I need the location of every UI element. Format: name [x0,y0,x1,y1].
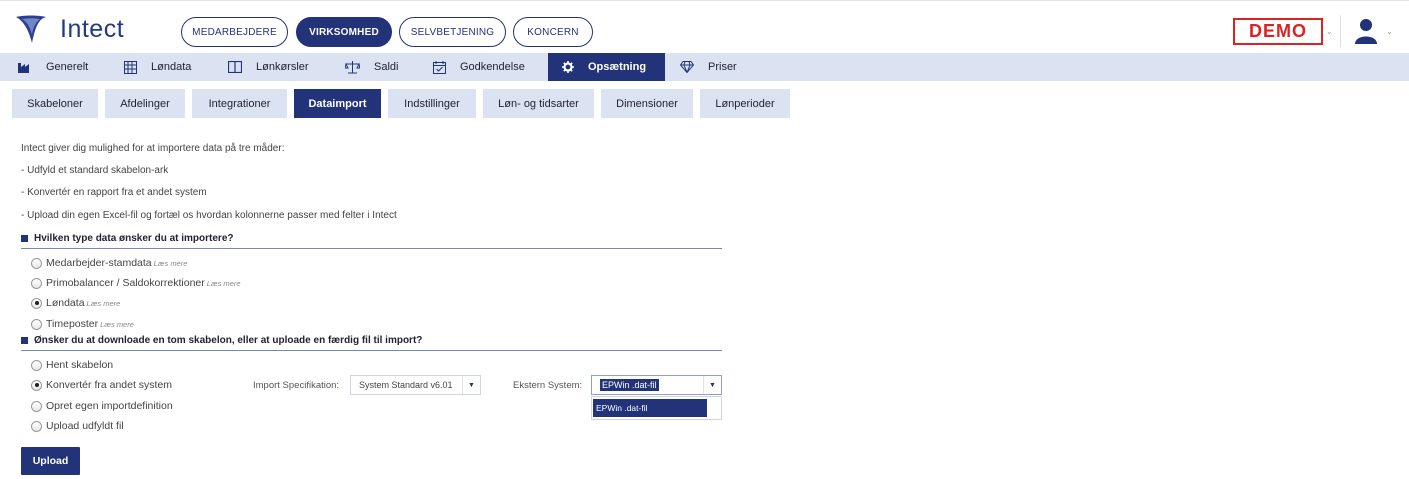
nav-label: Saldi [374,61,399,73]
factory-icon [18,63,29,73]
divider [1340,15,1341,47]
radio-opret-importdefinition[interactable]: Opret egen importdefinition [31,399,173,413]
tab-medarbejdere[interactable]: MEDARBEJDERE [181,17,288,47]
calendar-check-icon [433,60,446,74]
subtab-dataimport[interactable]: Dataimport [294,89,381,118]
top-bar: Intect MEDARBEJDERE VIRKSOMHED SELVBETJE… [0,0,1409,53]
import-spec-select[interactable]: System Standard v6.01 ▼ [350,375,481,395]
radio-label: Primobalancer / Saldokorrektioner [46,277,205,289]
subtab-integrationer[interactable]: Integrationer [192,89,287,118]
user-avatar-icon[interactable] [1353,17,1379,45]
upload-button[interactable]: Upload [21,447,80,475]
nav-label: Generelt [46,61,89,73]
radio-konverter[interactable]: Konvertér fra andet system [31,378,172,392]
radio-hent-skabelon[interactable]: Hent skabelon [31,358,113,372]
nav-godkendelse[interactable]: Godkendelse [433,53,525,81]
tab-virksomhed[interactable]: VIRKSOMHED [296,17,392,47]
import-spec-label: Import Specifikation: [253,380,340,391]
external-system-dropdown: EPWin .dat-fil [591,396,722,420]
read-more-link[interactable]: Læs mere [207,279,241,288]
radio-button[interactable] [31,420,42,432]
square-bullet-icon [21,235,28,242]
section-header-data-type: Hvilken type data ønsker du at importere… [21,233,722,249]
select-value: EPWin .dat-fil [600,379,659,391]
radio-label: Medarbejder-stamdata [46,257,152,269]
nav-label: Opsætning [588,61,647,73]
dropdown-option[interactable]: EPWin .dat-fil [593,399,707,417]
external-system-select[interactable]: EPWin .dat-fil ▼ [591,375,722,395]
intro-text: - Upload din egen Excel-fil og fortæl os… [21,210,397,221]
nav-priser[interactable]: Priser [680,53,737,81]
nav-opsaetning[interactable]: Opsætning [548,53,665,81]
radio-button[interactable] [31,379,42,391]
section-title: Ønsker du at downloade en tom skabelon, … [34,335,423,346]
read-more-link[interactable]: Læs mere [87,299,121,308]
gear-icon [562,61,574,73]
chevron-down-icon[interactable]: ▼ [462,376,480,394]
demo-badge[interactable]: DEMO [1233,18,1323,45]
radio-button[interactable] [31,318,42,330]
nav-label: Lønkørsler [256,61,309,73]
read-more-link[interactable]: Læs mere [100,320,134,329]
radio-button[interactable] [31,297,42,309]
book-icon [228,61,242,73]
nav-label: Priser [708,61,737,73]
radio-button[interactable] [31,359,42,371]
nav-loendata[interactable]: Løndata [124,53,191,81]
select-value: System Standard v6.01 [359,380,453,390]
intect-logo-icon [16,15,46,43]
intro-text: Intect giver dig mulighed for at importe… [21,143,285,154]
tab-koncern[interactable]: KONCERN [513,17,593,47]
radio-medarbejder-stamdata[interactable]: Medarbejder-stamdata Læs mere [31,256,187,270]
radio-loendata[interactable]: Løndata Læs mere [31,296,120,310]
radio-label: Upload udfyldt fil [46,420,124,432]
radio-upload-udfyldt[interactable]: Upload udfyldt fil [31,419,124,433]
radio-button[interactable] [31,400,42,412]
diamond-icon [680,61,694,73]
radio-label: Opret egen importdefinition [46,400,173,412]
subtab-afdelinger[interactable]: Afdelinger [105,89,185,118]
square-bullet-icon [21,337,28,344]
radio-button[interactable] [31,257,42,269]
intro-text: - Udfyld et standard skabelon-ark [21,165,169,176]
nav-loenkoersler[interactable]: Lønkørsler [228,53,309,81]
nav-generelt[interactable]: Generelt [18,53,88,81]
nav-label: Godkendelse [460,61,525,73]
intro-text: - Konvertér en rapport fra et andet syst… [21,187,207,198]
subtab-loen-og-tidsarter[interactable]: Løn- og tidsarter [483,89,594,118]
logo[interactable]: Intect [14,14,124,44]
radio-label: Løndata [46,297,85,309]
radio-label: Hent skabelon [46,359,114,371]
chevron-down-icon[interactable]: ▼ [703,376,721,394]
table-icon [124,60,137,74]
nav-saldi[interactable]: Saldi [345,53,398,81]
radio-label: Konvertér fra andet system [46,379,173,391]
external-system-label: Ekstern System: [513,380,583,391]
radio-timeposter[interactable]: Timeposter Læs mere [31,317,134,331]
subtab-indstillinger[interactable]: Indstillinger [388,89,476,118]
tab-selvbetjening[interactable]: SELVBETJENING [399,17,506,47]
radio-button[interactable] [31,277,42,289]
main-nav: Generelt Løndata Lønkørsler Saldi Godken… [0,53,1409,81]
section-title: Hvilken type data ønsker du at importere… [34,233,234,244]
nav-label: Løndata [151,61,192,73]
radio-primobalancer[interactable]: Primobalancer / Saldokorrektioner Læs me… [31,276,241,290]
subtab-skabeloner[interactable]: Skabeloner [12,89,98,118]
chevron-down-icon[interactable]: ⌄ [1386,27,1393,36]
subtab-dimensioner[interactable]: Dimensioner [601,89,693,118]
chevron-down-icon[interactable]: ⌄ [1326,27,1333,36]
subtab-loenperioder[interactable]: Lønperioder [700,89,790,118]
logo-text: Intect [60,14,125,43]
read-more-link[interactable]: Læs mere [154,259,188,268]
radio-label: Timeposter [46,318,99,330]
scale-icon [345,60,360,73]
section-header-download-upload: Ønsker du at downloade en tom skabelon, … [21,335,722,351]
